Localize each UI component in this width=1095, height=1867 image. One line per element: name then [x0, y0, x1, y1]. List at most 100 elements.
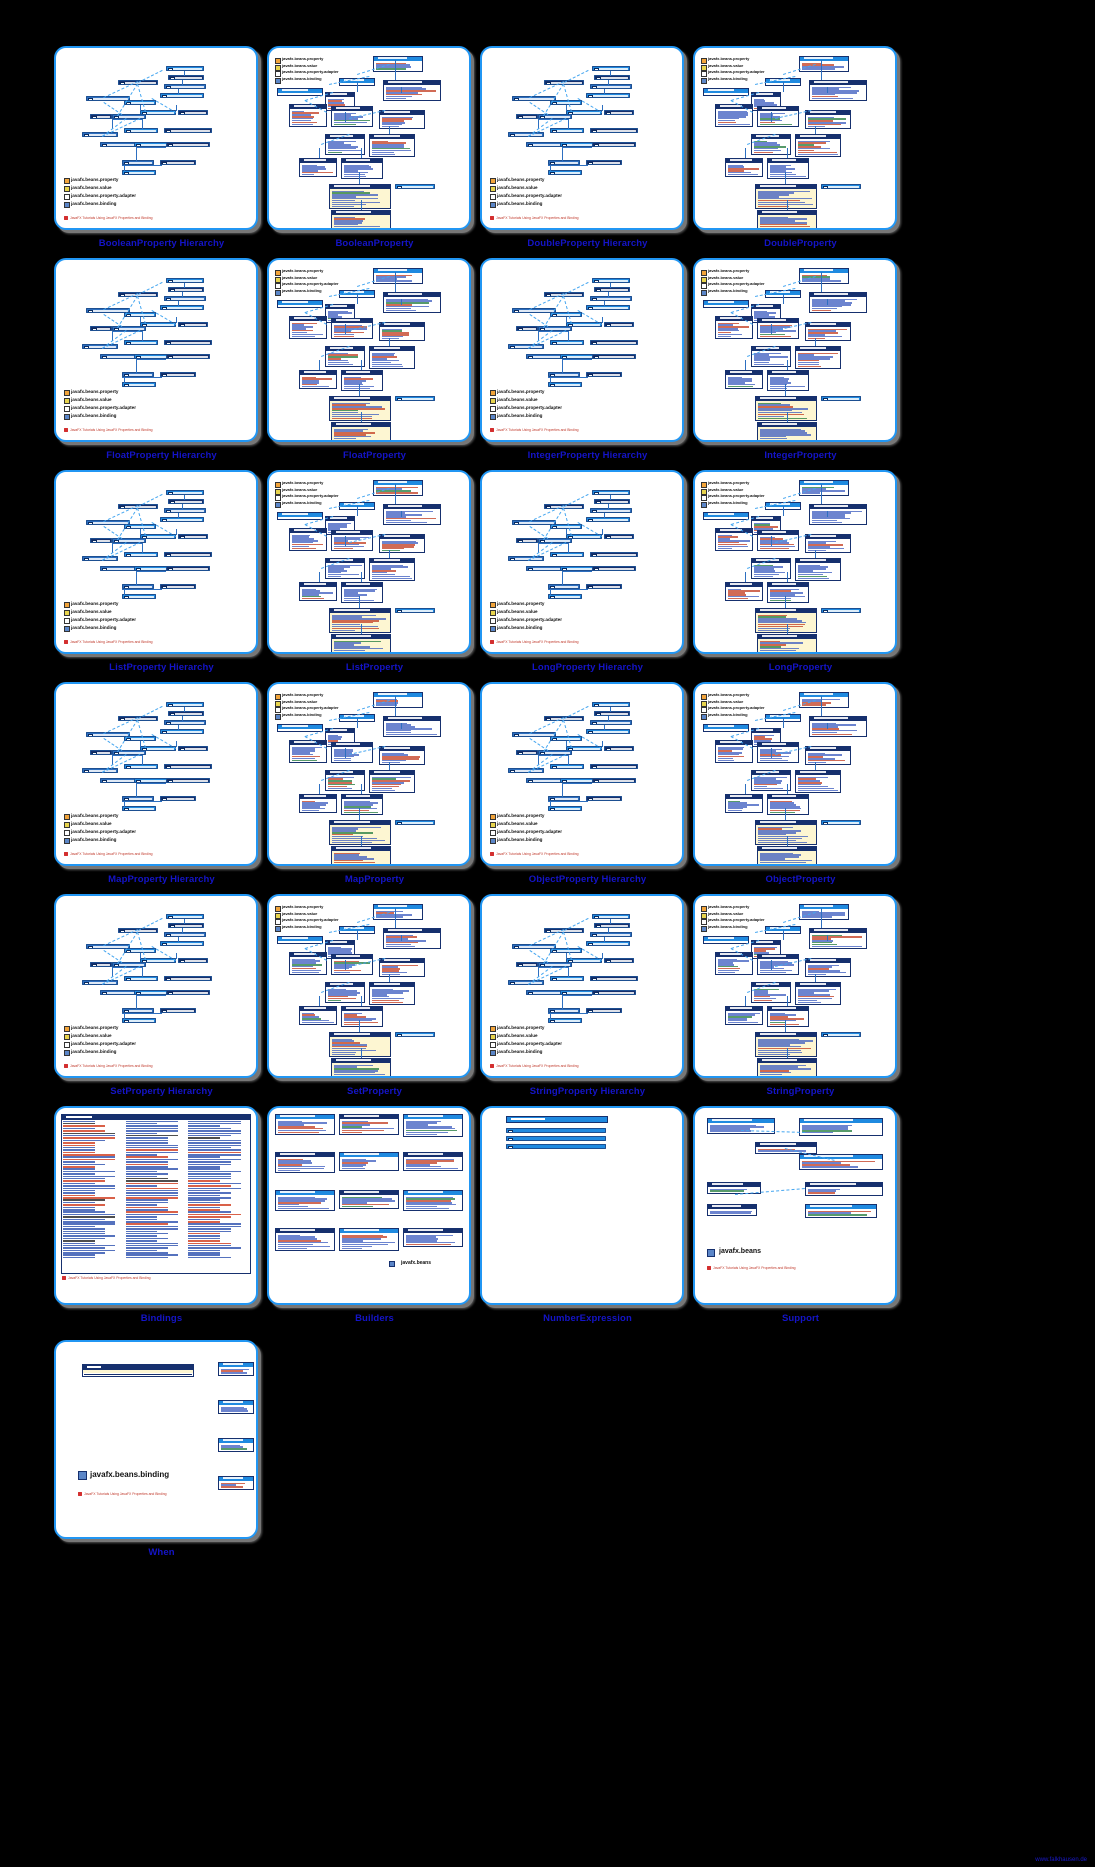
- class-node[interactable]: [586, 305, 630, 311]
- class-node[interactable]: [508, 768, 544, 774]
- class-detail-box[interactable]: [767, 158, 809, 180]
- class-node[interactable]: [160, 1008, 196, 1014]
- class-detail-box[interactable]: [795, 770, 841, 794]
- class-detail-box[interactable]: [341, 582, 383, 604]
- diagram-card-longproperty[interactable]: javafx.beans.property javafx.beans.value j…: [693, 470, 897, 654]
- class-node[interactable]: [594, 711, 630, 717]
- class-detail-box[interactable]: [767, 1006, 809, 1028]
- class-node[interactable]: [508, 132, 544, 138]
- class-detail-box[interactable]: [795, 558, 841, 582]
- diagram-card-booleanproperty[interactable]: javafx.beans.property javafx.beans.value j…: [267, 46, 471, 230]
- class-node[interactable]: [90, 962, 112, 968]
- class-node[interactable]: [590, 296, 632, 302]
- class-detail-box[interactable]: [369, 558, 415, 582]
- class-detail-box[interactable]: [383, 292, 441, 314]
- class-detail-box[interactable]: [299, 370, 337, 390]
- class-node[interactable]: [821, 396, 861, 402]
- class-node[interactable]: [164, 84, 206, 90]
- diagram-card-floatproperty[interactable]: javafx.beans.property javafx.beans.value j…: [267, 258, 471, 442]
- class-detail-box[interactable]: [805, 958, 851, 978]
- class-detail-box[interactable]: [757, 634, 817, 652]
- class-node[interactable]: [164, 976, 212, 982]
- class-detail-box[interactable]: [325, 558, 365, 580]
- class-node[interactable]: [124, 340, 158, 346]
- class-detail-box[interactable]: [373, 480, 423, 496]
- class-node[interactable]: [594, 499, 630, 505]
- class-detail-box[interactable]: [795, 346, 841, 370]
- class-node[interactable]: [395, 608, 435, 614]
- class-node[interactable]: [594, 287, 630, 293]
- class-node[interactable]: [604, 534, 634, 540]
- class-node[interactable]: [592, 702, 630, 708]
- class-node[interactable]: [526, 354, 564, 360]
- class-node[interactable]: [168, 75, 204, 81]
- class-node[interactable]: [178, 534, 208, 540]
- class-detail-box[interactable]: [289, 740, 327, 764]
- class-detail-box[interactable]: [299, 794, 337, 814]
- class-node[interactable]: [160, 160, 196, 166]
- class-detail-box[interactable]: [373, 904, 423, 920]
- pdf-tutorial-link[interactable]: JavaFX Tutorials Using JavaFX Properties…: [490, 640, 579, 645]
- class-detail-box[interactable]: [725, 582, 763, 602]
- class-detail-box[interactable]: [275, 1152, 335, 1174]
- class-detail-box[interactable]: [369, 770, 415, 794]
- numberexpression-box[interactable]: [506, 1116, 608, 1123]
- class-detail-box[interactable]: [757, 210, 817, 228]
- class-node[interactable]: [166, 354, 210, 360]
- class-detail-box[interactable]: [275, 1190, 335, 1212]
- class-node[interactable]: [166, 66, 204, 72]
- class-node[interactable]: [164, 508, 206, 514]
- class-node[interactable]: [590, 508, 632, 514]
- diagram-card-doubleproperty[interactable]: javafx.beans.property javafx.beans.value j…: [693, 46, 897, 230]
- class-detail-box[interactable]: [218, 1438, 254, 1452]
- class-detail-box[interactable]: [755, 608, 817, 634]
- class-detail-box[interactable]: [277, 936, 323, 944]
- class-detail-box[interactable]: [325, 982, 365, 1004]
- diagram-card-doubleproperty-hierarchy[interactable]: javafx.beans.property javafx.beans.value j…: [480, 46, 684, 230]
- class-detail-box[interactable]: [805, 110, 851, 130]
- class-node[interactable]: [168, 923, 204, 929]
- class-node[interactable]: [166, 490, 204, 496]
- class-detail-box[interactable]: [403, 1190, 463, 1212]
- diagram-card-numberexpression[interactable]: [480, 1106, 684, 1305]
- diagram-card-booleanproperty-hierarchy[interactable]: javafx.beans.property javafx.beans.value j…: [54, 46, 258, 230]
- class-node[interactable]: [586, 517, 630, 523]
- class-node[interactable]: [160, 941, 204, 947]
- class-node[interactable]: [592, 66, 630, 72]
- class-node[interactable]: [590, 932, 632, 938]
- class-node[interactable]: [82, 344, 118, 350]
- class-node[interactable]: [548, 594, 582, 600]
- class-detail-box[interactable]: [339, 1190, 399, 1210]
- class-node[interactable]: [594, 923, 630, 929]
- class-node[interactable]: [100, 990, 138, 996]
- class-detail-box[interactable]: [725, 794, 763, 814]
- class-node[interactable]: [590, 340, 638, 346]
- class-detail-box[interactable]: [805, 1204, 877, 1218]
- class-node[interactable]: [395, 184, 435, 190]
- class-detail-box[interactable]: [715, 528, 753, 552]
- class-node[interactable]: [124, 128, 158, 134]
- class-node[interactable]: [506, 1144, 606, 1150]
- class-node[interactable]: [100, 354, 138, 360]
- class-detail-box[interactable]: [341, 1006, 383, 1028]
- diagram-card-builders[interactable]: javafx.beans: [267, 1106, 471, 1305]
- class-node[interactable]: [821, 1032, 861, 1038]
- class-detail-box[interactable]: [805, 534, 851, 554]
- class-detail-box[interactable]: [369, 346, 415, 370]
- pdf-tutorial-link[interactable]: JavaFX Tutorials Using JavaFX Properties…: [62, 1276, 151, 1281]
- class-node[interactable]: [586, 941, 630, 947]
- class-node[interactable]: [166, 702, 204, 708]
- class-detail-box[interactable]: [799, 56, 849, 72]
- class-node[interactable]: [164, 720, 206, 726]
- class-node[interactable]: [395, 1032, 435, 1038]
- class-detail-box[interactable]: [218, 1362, 254, 1376]
- class-detail-box[interactable]: [715, 740, 753, 764]
- class-node[interactable]: [168, 711, 204, 717]
- class-detail-box[interactable]: [331, 846, 391, 864]
- class-node[interactable]: [590, 84, 632, 90]
- class-node[interactable]: [821, 184, 861, 190]
- class-node[interactable]: [124, 552, 158, 558]
- class-node[interactable]: [590, 764, 638, 770]
- class-detail-box[interactable]: [331, 210, 391, 228]
- class-detail-box[interactable]: [757, 422, 817, 440]
